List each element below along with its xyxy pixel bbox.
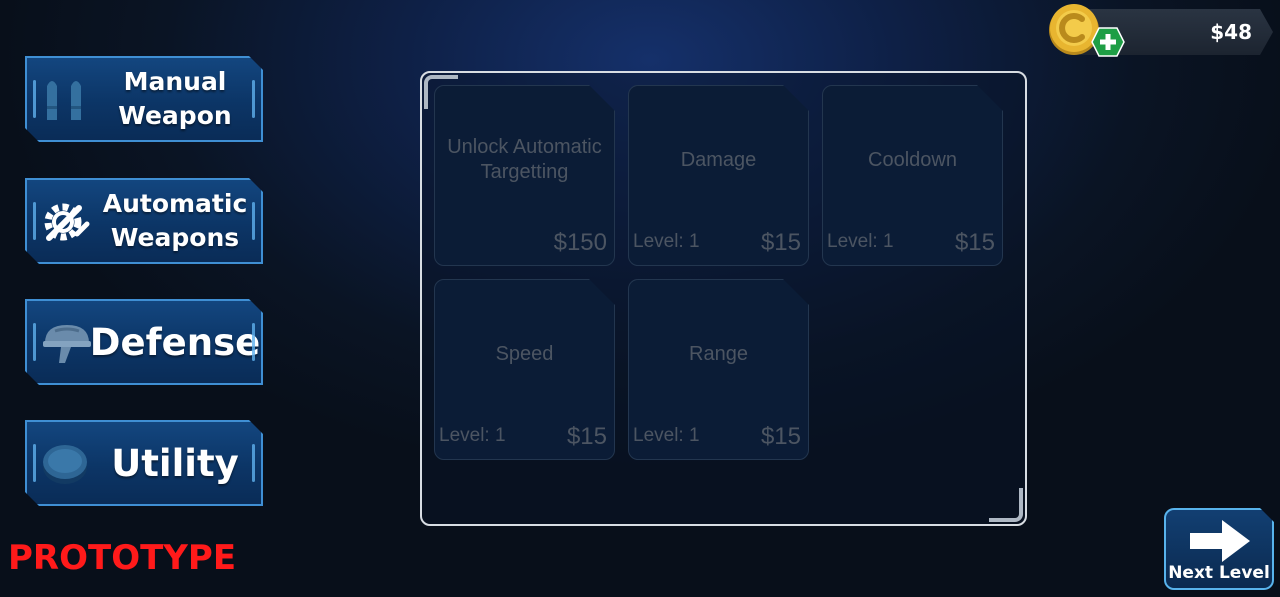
disc-icon xyxy=(43,445,87,484)
upgrade-name: Unlock Automatic Targetting xyxy=(447,136,602,183)
next-level-label: Next Level xyxy=(1168,563,1270,583)
upgrade-price: $15 xyxy=(760,229,801,256)
gears-icon xyxy=(44,203,90,241)
defense-button[interactable]: Defense xyxy=(25,299,263,385)
bullets-icon xyxy=(47,81,81,120)
upgrade-price: $15 xyxy=(760,423,801,450)
upgrade-price: $15 xyxy=(566,423,607,450)
upgrade-name: Speed xyxy=(495,342,554,365)
upgrade-level: Level: 1 xyxy=(633,231,700,252)
automatic-weapons-label: Automatic Weapons xyxy=(102,189,248,252)
plus-icon[interactable] xyxy=(1091,27,1125,57)
utility-label: Utility xyxy=(111,441,239,485)
prototype-label: PROTOTYPE xyxy=(8,538,237,578)
utility-button[interactable]: Utility xyxy=(25,420,263,506)
upgrade-tile-range[interactable]: Range Level: 1 $15 xyxy=(628,279,809,460)
upgrade-tile-unlock-targetting[interactable]: Unlock Automatic Targetting $150 xyxy=(434,85,615,266)
upgrade-panel: Unlock Automatic Targetting $150 Damage … xyxy=(420,71,1027,526)
upgrade-tile-damage[interactable]: Damage Level: 1 $15 xyxy=(628,85,809,266)
currency-amount: $48 xyxy=(1210,20,1252,44)
upgrade-tile-cooldown[interactable]: Cooldown Level: 1 $15 xyxy=(822,85,1003,266)
upgrade-name: Damage xyxy=(680,148,757,171)
upgrade-name: Range xyxy=(689,342,748,365)
upgrade-level: Level: 1 xyxy=(827,231,894,252)
upgrade-price: $15 xyxy=(954,229,995,256)
upgrade-tile-speed[interactable]: Speed Level: 1 $15 xyxy=(434,279,615,460)
automatic-weapons-button[interactable]: Automatic Weapons xyxy=(25,178,263,264)
helmet-icon xyxy=(43,325,91,363)
upgrade-level: Level: 1 xyxy=(439,425,506,446)
defense-label: Defense xyxy=(89,320,261,364)
upgrade-level: Level: 1 xyxy=(633,425,700,446)
upgrade-name: Cooldown xyxy=(868,148,957,171)
manual-weapon-button[interactable]: Manual Weapon xyxy=(25,56,263,142)
panel-corner-decoration xyxy=(989,488,1023,522)
arrow-right-icon xyxy=(1190,520,1250,562)
upgrade-price: $150 xyxy=(553,229,607,256)
next-level-button[interactable]: Next Level xyxy=(1164,508,1274,590)
manual-weapon-label: Manual Weapon xyxy=(118,67,232,130)
